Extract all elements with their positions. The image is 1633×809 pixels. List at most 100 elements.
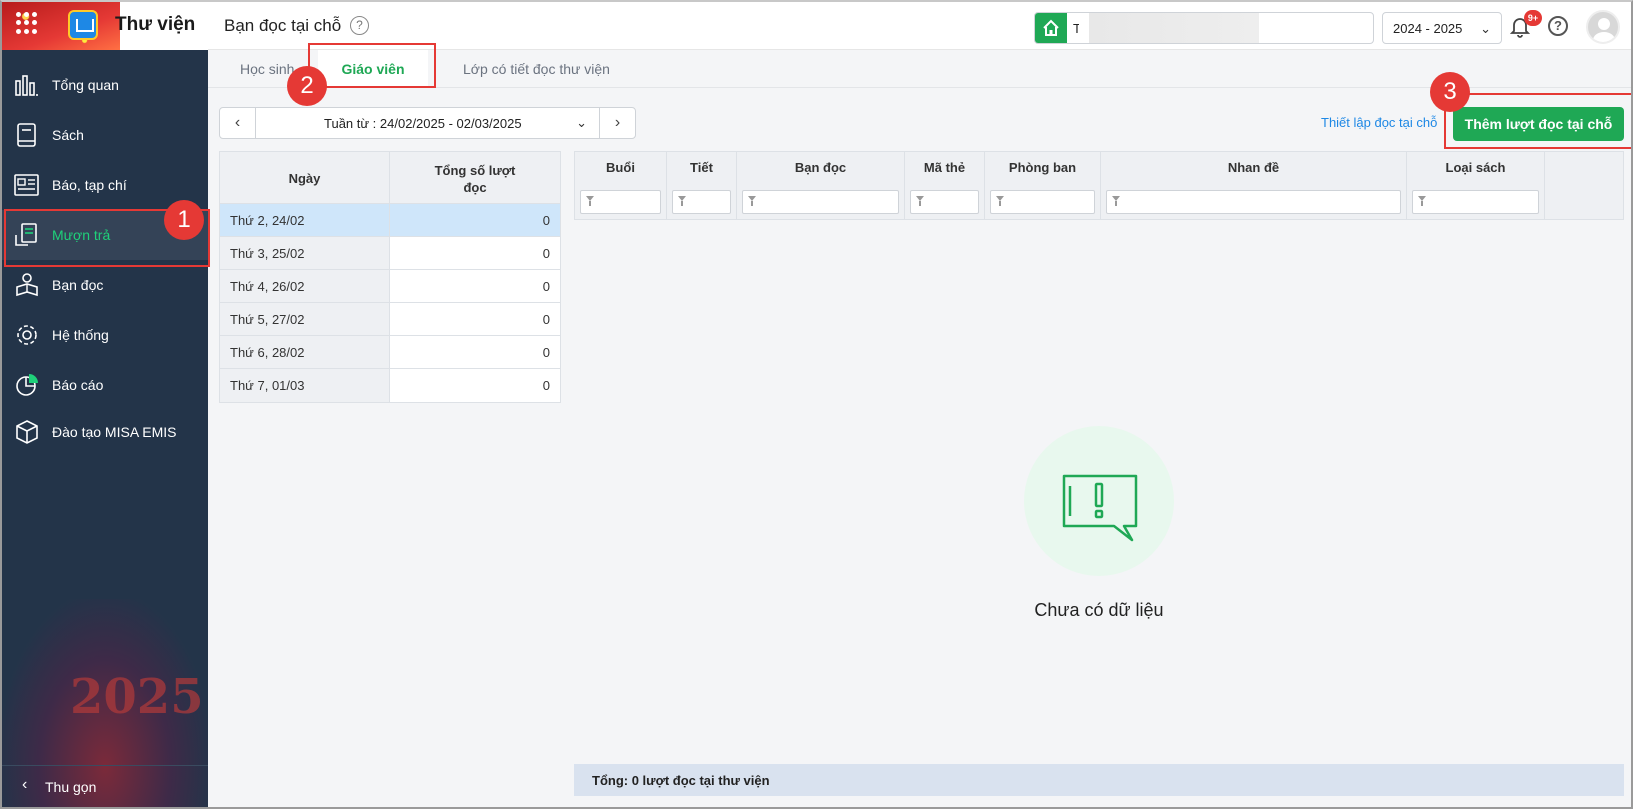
- column-header: Buổi: [606, 160, 635, 175]
- filter-input[interactable]: [990, 190, 1095, 214]
- day-summary-table: Ngày Tổng số lượt đọc Thứ 2, 24/02 0 Thứ…: [219, 151, 561, 403]
- filter-icon: [748, 196, 756, 206]
- table-row[interactable]: Thứ 4, 26/02 0: [220, 270, 560, 303]
- brand-area: Thư viện: [2, 2, 208, 50]
- column-card-id: Mã thẻ: [905, 152, 985, 219]
- column-header: Bạn đọc: [794, 160, 847, 175]
- column-actions: [1545, 152, 1623, 219]
- school-name-redacted: [1079, 13, 1259, 43]
- gear-icon: [14, 323, 40, 347]
- setup-onsite-reading-link[interactable]: Thiết lập đọc tại chỗ: [1321, 115, 1437, 130]
- sidebar: 2025 Tổng quan Sách Báo, tạp chí Mượn tr…: [2, 50, 208, 807]
- school-icon: [1035, 13, 1067, 43]
- table-row[interactable]: Thứ 5, 27/02 0: [220, 303, 560, 336]
- count-cell: 0: [542, 378, 550, 393]
- top-bar: Thư viện Bạn đọc tại chỗ ? T 2024 - 2025…: [2, 2, 1631, 50]
- column-department: Phòng ban: [985, 152, 1101, 219]
- annotation-marker-1: 1: [164, 200, 204, 240]
- library-logo-icon: [68, 10, 98, 40]
- filter-input[interactable]: [1106, 190, 1401, 214]
- chevron-down-icon[interactable]: ⌄: [576, 115, 587, 131]
- filter-icon: [996, 196, 1004, 206]
- filter-icon: [1112, 196, 1120, 206]
- sidebar-art-year: 2025: [70, 669, 204, 725]
- column-header: Loại sách: [1445, 160, 1506, 175]
- week-selector: ‹ Tuần từ : 24/02/2025 - 02/03/2025 ⌄ ›: [219, 107, 636, 139]
- empty-state-illustration: [1024, 426, 1174, 576]
- annotation-marker-2: 2: [287, 66, 327, 106]
- filter-input[interactable]: [580, 190, 661, 214]
- newspaper-icon: [14, 173, 40, 197]
- day-cell: Thứ 4, 26/02: [220, 270, 390, 302]
- sidebar-item-label: Đào tạo MISA EMIS: [52, 424, 177, 440]
- empty-message-icon: [1062, 474, 1138, 542]
- day-cell: Thứ 2, 24/02: [220, 204, 390, 236]
- avatar[interactable]: [1586, 10, 1620, 44]
- help-icon[interactable]: ?: [1548, 16, 1568, 36]
- week-range-label[interactable]: Tuần từ : 24/02/2025 - 02/03/2025: [324, 116, 522, 131]
- sidebar-collapse-button[interactable]: ‹ Thu gọn: [2, 765, 208, 805]
- annotation-marker-3: 3: [1430, 72, 1470, 112]
- book-icon: [14, 123, 40, 147]
- sidebar-item-training[interactable]: Đào tạo MISA EMIS: [2, 407, 208, 457]
- day-cell: Thứ 6, 28/02: [220, 336, 390, 368]
- column-period: Tiết: [667, 152, 737, 219]
- filter-input[interactable]: [672, 190, 731, 214]
- sidebar-item-label: Sách: [52, 127, 84, 143]
- sidebar-item-reports[interactable]: Báo cáo: [2, 360, 208, 410]
- total-summary-bar: Tổng: 0 lượt đọc tại thư viện: [574, 764, 1624, 796]
- prev-week-button[interactable]: ‹: [220, 108, 256, 138]
- table-row[interactable]: Thứ 7, 01/03 0: [220, 369, 560, 402]
- sidebar-item-label: Bạn đọc: [52, 277, 104, 293]
- column-header: Mã thẻ: [923, 160, 966, 175]
- sidebar-item-readers[interactable]: Bạn đọc: [2, 260, 208, 310]
- bar-chart-icon: [14, 73, 40, 97]
- count-cell: 0: [542, 345, 550, 360]
- school-year-value: 2024 - 2025: [1393, 21, 1463, 36]
- tab-library-classes[interactable]: Lớp có tiết đọc thư viện: [447, 50, 626, 88]
- count-cell: 0: [542, 312, 550, 327]
- column-title: Nhan đề: [1101, 152, 1407, 219]
- school-selector[interactable]: T: [1034, 12, 1374, 44]
- app-grid-icon[interactable]: [16, 12, 38, 34]
- count-cell: 0: [542, 279, 550, 294]
- filter-icon: [916, 196, 924, 206]
- annotation-box-3: [1444, 93, 1631, 149]
- table-row[interactable]: Thứ 3, 25/02 0: [220, 237, 560, 270]
- filter-icon: [586, 196, 594, 206]
- pie-chart-icon: [14, 373, 40, 397]
- page-title: Bạn đọc tại chỗ: [224, 16, 342, 35]
- sidebar-item-label: Báo, tạp chí: [52, 177, 127, 193]
- page-help-icon[interactable]: ?: [350, 16, 369, 35]
- day-cell: Thứ 5, 27/02: [220, 303, 390, 335]
- empty-state-text: Chưa có dữ liệu: [1034, 600, 1164, 620]
- column-header: Nhan đề: [1227, 160, 1280, 175]
- app-frame: Thư viện Bạn đọc tại chỗ ? T 2024 - 2025…: [0, 0, 1633, 809]
- count-cell: 0: [390, 204, 560, 236]
- reader-icon: [14, 273, 40, 297]
- filter-input[interactable]: [1412, 190, 1539, 214]
- count-cell: 0: [542, 246, 550, 261]
- chevron-left-icon: ‹: [22, 776, 28, 793]
- sidebar-item-overview[interactable]: Tổng quan: [2, 60, 208, 110]
- sidebar-item-label: Tổng quan: [52, 77, 119, 93]
- sidebar-item-books[interactable]: Sách: [2, 110, 208, 160]
- table-row[interactable]: Thứ 6, 28/02 0: [220, 336, 560, 369]
- table-header: Ngày Tổng số lượt đọc: [220, 152, 560, 204]
- column-header: Tiết: [690, 160, 713, 175]
- table-row[interactable]: Thứ 2, 24/02 0: [220, 204, 560, 237]
- school-year-select[interactable]: 2024 - 2025 ⌄: [1382, 12, 1502, 44]
- day-cell: Thứ 7, 01/03: [220, 369, 390, 402]
- filter-input[interactable]: [910, 190, 979, 214]
- annotation-box-2: [308, 43, 436, 88]
- sidebar-item-label: Báo cáo: [52, 377, 104, 393]
- column-header-day: Ngày: [220, 152, 390, 203]
- app-title: Thư viện: [115, 14, 196, 35]
- next-week-button[interactable]: ›: [599, 108, 635, 138]
- filter-input[interactable]: [742, 190, 899, 214]
- column-reader: Bạn đọc: [737, 152, 905, 219]
- chevron-down-icon: ⌄: [1480, 21, 1491, 36]
- filter-icon: [678, 196, 686, 206]
- column-book-type: Loại sách: [1407, 152, 1545, 219]
- sidebar-item-system[interactable]: Hệ thống: [2, 310, 208, 360]
